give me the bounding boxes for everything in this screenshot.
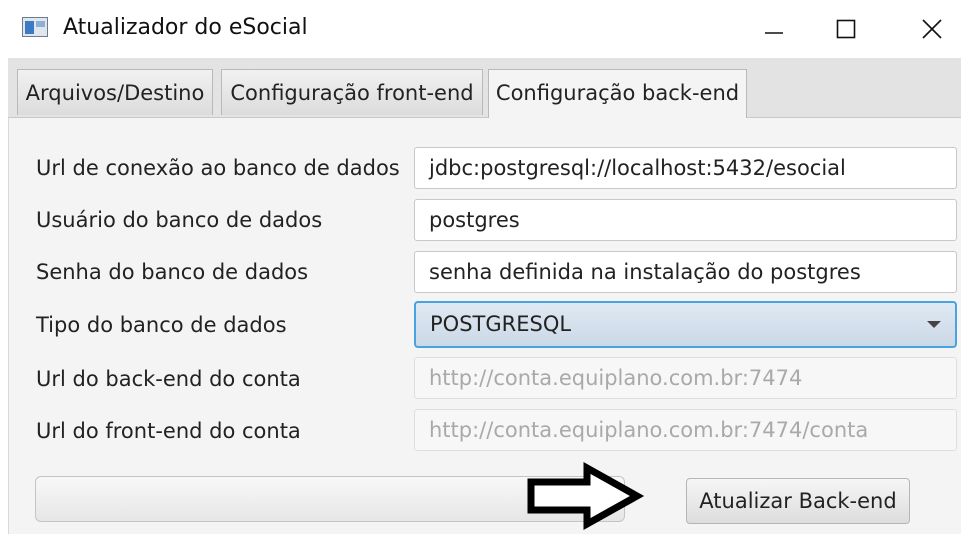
tab-configuracao-front-end[interactable]: Configuração front-end	[221, 69, 483, 115]
dropdown-arrow-icon	[927, 321, 941, 328]
tab-arquivos-destino[interactable]: Arquivos/Destino	[17, 69, 213, 115]
tab-configuracao-back-end[interactable]: Configuração back-end	[488, 69, 747, 118]
db-type-selected-value: POSTGRESQL	[430, 312, 572, 336]
minimize-icon	[765, 32, 783, 34]
minimize-button[interactable]	[744, 0, 804, 58]
close-button[interactable]	[902, 0, 961, 58]
right-arrow-icon	[527, 462, 645, 530]
window-title: Atualizador do eSocial	[63, 15, 308, 40]
update-backend-button[interactable]: Atualizar Back-end	[686, 478, 910, 524]
close-icon	[922, 19, 942, 39]
app-window-icon	[22, 17, 48, 37]
db-type-select[interactable]: POSTGRESQL	[414, 301, 957, 348]
db-type-label: Tipo do banco de dados	[36, 313, 287, 337]
backend-url-label: Url do back-end do conta	[36, 367, 301, 391]
frontend-url-label: Url do front-end do conta	[36, 419, 301, 443]
db-user-input[interactable]: postgres	[414, 199, 957, 241]
db-user-label: Usuário do banco de dados	[36, 208, 323, 232]
backend-url-input: http://conta.equiplano.com.br:7474	[414, 357, 957, 399]
maximize-button[interactable]	[816, 0, 876, 58]
db-password-input[interactable]: senha definida na instalação do postgres	[414, 251, 957, 293]
maximize-icon	[836, 19, 856, 39]
db-url-label: Url de conexão ao banco de dados	[36, 156, 400, 180]
frontend-url-input: http://conta.equiplano.com.br:7474/conta	[414, 409, 957, 451]
content-area	[8, 58, 961, 534]
title-bar: Atualizador do eSocial	[0, 0, 961, 58]
db-url-input[interactable]: jdbc:postgresql://localhost:5432/esocial	[414, 147, 957, 189]
db-password-label: Senha do banco de dados	[36, 260, 309, 284]
